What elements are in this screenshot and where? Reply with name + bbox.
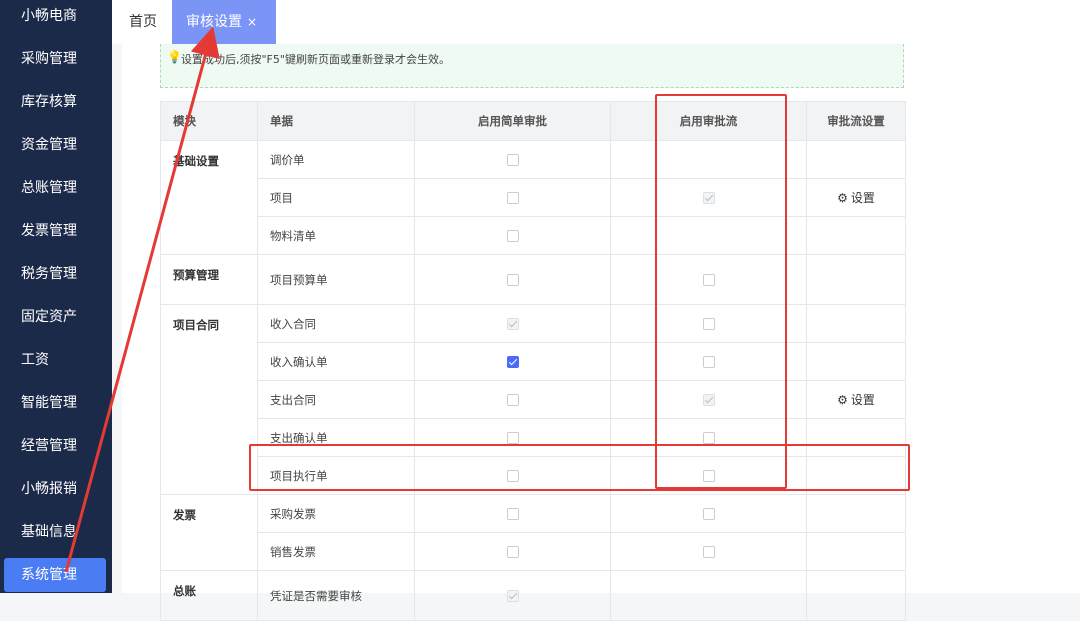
doc-cell: 销售发票: [257, 532, 415, 571]
gear-icon: ⚙: [837, 191, 848, 205]
header-flow-settings: 审批流设置: [806, 101, 906, 141]
simple-approval-checkbox[interactable]: [506, 154, 519, 166]
sidebar-item-expense[interactable]: 小畅报销: [0, 472, 112, 506]
settings-label: 设置: [850, 191, 875, 205]
sidebar-item-smart[interactable]: 智能管理: [0, 386, 112, 420]
doc-cell: 收入确认单: [257, 342, 415, 381]
doc-cell: 调价单: [257, 140, 415, 179]
doc-cell: 项目执行单: [257, 456, 415, 495]
table-row: 发票 采购发票: [160, 494, 906, 571]
table-header-row: 模块 单据 启用简单审批 启用审批流 审批流设置: [160, 101, 906, 141]
sidebar-item-operations[interactable]: 经营管理: [0, 429, 112, 463]
table-row: 基础设置 调价单: [160, 140, 906, 255]
approval-flow-checkbox[interactable]: [702, 508, 715, 520]
header-approval-flow: 启用审批流: [610, 101, 807, 141]
doc-cell: 支出合同: [257, 380, 415, 419]
doc-cell: 凭证是否需要审核: [257, 570, 415, 621]
sidebar-item-system[interactable]: 系统管理: [4, 558, 106, 592]
doc-cell: 物料清单: [257, 216, 415, 255]
gear-icon: ⚙: [837, 393, 848, 407]
table-row: 总账 凭证是否需要审核: [160, 570, 906, 621]
approval-flow-checkbox[interactable]: [702, 192, 715, 204]
sidebar-item-tax[interactable]: 税务管理: [0, 257, 112, 291]
simple-approval-checkbox[interactable]: [506, 590, 519, 602]
table-row: 项目执行单: [161, 456, 906, 495]
simple-approval-checkbox[interactable]: [506, 432, 519, 444]
doc-cell: 支出确认单: [257, 418, 415, 457]
simple-approval-checkbox[interactable]: [506, 546, 519, 558]
tab-audit-settings[interactable]: 审核设置 ×: [172, 0, 276, 44]
simple-approval-checkbox[interactable]: [506, 318, 519, 330]
approval-flow-checkbox[interactable]: [702, 318, 715, 330]
module-cell: 基础设置: [160, 140, 258, 255]
sidebar-item-ledger[interactable]: 总账管理: [0, 171, 112, 205]
simple-approval-checkbox[interactable]: [506, 192, 519, 204]
simple-approval-checkbox[interactable]: [506, 274, 519, 286]
sidebar-item-ecommerce[interactable]: 小畅电商: [0, 0, 112, 33]
simple-approval-checkbox[interactable]: [506, 230, 519, 242]
sidebar-item-invoice[interactable]: 发票管理: [0, 214, 112, 248]
tab-label: 审核设置: [186, 14, 242, 30]
sidebar-item-salary[interactable]: 工资: [0, 343, 112, 377]
doc-cell: 采购发票: [257, 494, 415, 533]
sidebar-item-fixed-assets[interactable]: 固定资产: [0, 300, 112, 334]
sidebar-item-inventory[interactable]: 库存核算: [0, 85, 112, 119]
approval-flow-checkbox[interactable]: [702, 432, 715, 444]
header-module: 模块: [160, 101, 258, 141]
table-row: 项目合同 收入合同: [160, 304, 906, 495]
header-simple-approval: 启用简单审批: [414, 101, 611, 141]
table-row: 收入确认单: [161, 342, 906, 381]
approval-flow-checkbox[interactable]: [702, 470, 715, 482]
tab-bar: 首页 审核设置 ×: [112, 0, 1080, 44]
doc-cell: 项目: [257, 178, 415, 217]
module-cell: 项目合同: [160, 304, 258, 495]
flow-settings-button[interactable]: ⚙ 设置: [837, 393, 875, 407]
simple-approval-checkbox[interactable]: [506, 470, 519, 482]
table-row: 销售发票: [161, 532, 906, 571]
tab-home[interactable]: 首页: [129, 0, 169, 44]
simple-approval-checkbox[interactable]: [506, 394, 519, 406]
doc-cell: 项目预算单: [257, 254, 415, 305]
flow-settings-button[interactable]: ⚙ 设置: [837, 191, 875, 205]
tip-text: 设置成功后,须按"F5"键刷新页面或重新登录才会生效。: [181, 53, 450, 66]
module-cell: 预算管理: [160, 254, 258, 305]
approval-flow-checkbox[interactable]: [702, 274, 715, 286]
sidebar-item-basic-info[interactable]: 基础信息: [0, 515, 112, 549]
approval-flow-checkbox[interactable]: [702, 546, 715, 558]
table-row: 预算管理 项目预算单: [160, 254, 906, 305]
table-row: 支出确认单: [161, 418, 906, 457]
module-cell: 总账: [160, 570, 258, 621]
approval-flow-checkbox[interactable]: [702, 356, 715, 368]
sidebar: 小畅电商 采购管理 库存核算 资金管理 总账管理 发票管理 税务管理 固定资产 …: [0, 0, 112, 593]
table-row: 支出合同 ⚙ 设置: [161, 380, 906, 419]
simple-approval-checkbox[interactable]: [506, 508, 519, 520]
simple-approval-checkbox[interactable]: [506, 356, 519, 368]
bulb-icon: 💡: [167, 50, 182, 64]
settings-label: 设置: [850, 393, 875, 407]
doc-cell: 收入合同: [257, 304, 415, 343]
close-icon[interactable]: ×: [247, 15, 257, 29]
approval-flow-checkbox[interactable]: [702, 394, 715, 406]
tip-banner: 💡 设置成功后,须按"F5"键刷新页面或重新登录才会生效。: [160, 44, 904, 88]
audit-settings-table: 模块 单据 启用简单审批 启用审批流 审批流设置 基础设置 调价单 项目 ⚙ 设置…: [160, 101, 906, 621]
sidebar-item-purchase[interactable]: 采购管理: [0, 42, 112, 76]
table-row: 物料清单: [161, 216, 906, 255]
module-cell: 发票: [160, 494, 258, 571]
table-row: 项目 ⚙ 设置: [161, 178, 906, 217]
header-document: 单据: [257, 101, 415, 141]
sidebar-item-funds[interactable]: 资金管理: [0, 128, 112, 162]
